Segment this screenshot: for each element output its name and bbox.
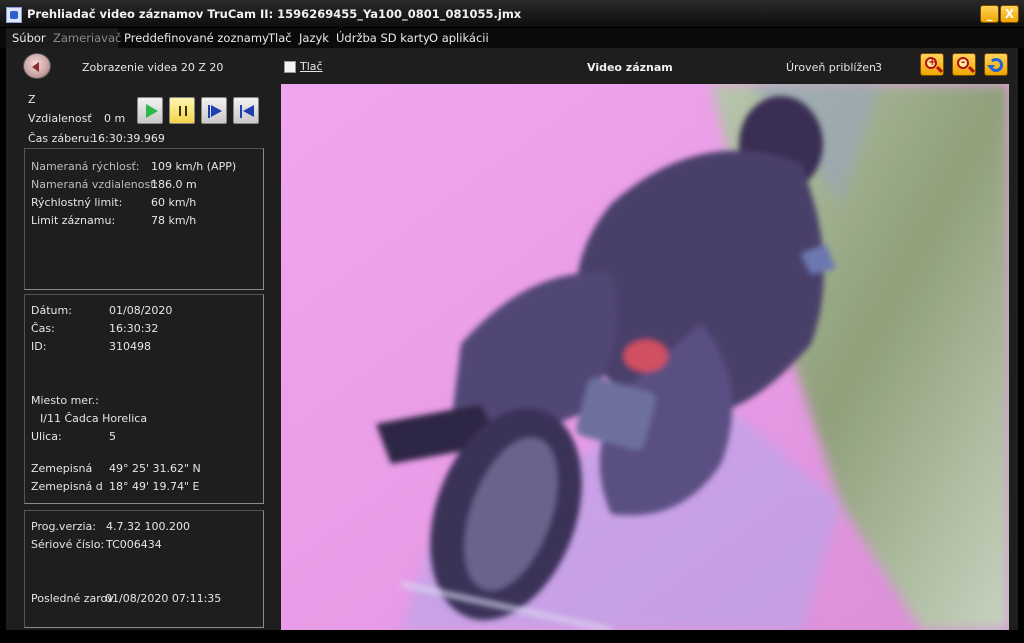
- time-value: 16:30:32: [109, 322, 159, 335]
- pause-icon: [179, 106, 187, 116]
- record-limit-label: Limit záznamu:: [31, 214, 116, 227]
- first-frame-button[interactable]: [233, 97, 259, 124]
- longitude-label: Zemepisná d: [31, 480, 103, 493]
- id-label: ID:: [31, 340, 47, 353]
- reset-zoom-button[interactable]: [984, 53, 1008, 76]
- video-title: Video záznam: [587, 61, 673, 74]
- serial-value: TC006434: [106, 538, 162, 551]
- version-value: 4.7.32 100.200: [106, 520, 190, 533]
- video-frame[interactable]: [281, 84, 1009, 630]
- menu-file[interactable]: Súbor: [12, 31, 46, 45]
- serial-label: Sériové číslo:: [31, 538, 105, 551]
- zoom-level-label: Úroveň priblížen: [786, 61, 876, 74]
- video-image: [281, 84, 1009, 630]
- street-value: 5: [109, 430, 116, 443]
- menu-sd-maintenance[interactable]: Údržba SD karty: [336, 31, 430, 45]
- zoom-out-button[interactable]: -: [952, 53, 976, 76]
- record-limit-value: 78 km/h: [151, 214, 197, 227]
- frame-indicator: Zobrazenie videa 20 Z 20: [82, 61, 224, 74]
- minimize-button[interactable]: _: [980, 5, 999, 23]
- menu-language[interactable]: Jazyk: [299, 31, 329, 45]
- measured-speed-label: Nameraná rýchlosť:: [31, 160, 140, 173]
- last-alignment-label: Posledné zarov: [31, 592, 114, 605]
- zoom-out-icon: -: [957, 57, 969, 69]
- z-label: Z: [28, 93, 36, 106]
- bottom-frame: [0, 630, 1024, 643]
- menu-bar: Súbor Zameriavač Preddefinované zoznamy …: [0, 28, 1024, 48]
- title-bar: Prehliadač video záznamov TruCam II: 159…: [0, 0, 1024, 28]
- app-icon: [6, 7, 22, 23]
- menu-print[interactable]: Tlač: [268, 31, 292, 45]
- play-icon: [146, 104, 158, 118]
- date-value: 01/08/2020: [109, 304, 173, 317]
- place-value: I/11 Čadca Horelica: [40, 412, 148, 425]
- latitude-value: 49° 25' 31.62" N: [109, 462, 201, 475]
- reset-zoom-icon: [987, 58, 1003, 72]
- next-frame-icon: [208, 105, 222, 118]
- place-label: Miesto mer.:: [31, 394, 99, 407]
- print-checkbox-label[interactable]: Tlač: [300, 60, 323, 73]
- latitude-label: Zemepisná: [31, 462, 93, 475]
- print-checkbox[interactable]: [284, 61, 296, 73]
- speed-limit-value: 60 km/h: [151, 196, 197, 209]
- distance-label: Vzdialenosť: [28, 112, 92, 125]
- zoom-level-value: 3: [875, 61, 882, 74]
- street-label: Ulica:: [31, 430, 62, 443]
- zoom-in-button[interactable]: +: [920, 53, 944, 76]
- distance-value: 0 m: [104, 112, 126, 125]
- pause-button[interactable]: [169, 97, 195, 124]
- capture-time-label: Čas záberu:: [28, 132, 94, 145]
- next-frame-button[interactable]: [201, 97, 227, 124]
- measured-distance-value: 186.0 m: [151, 178, 197, 191]
- speed-limit-label: Rýchlostný limit:: [31, 196, 123, 209]
- version-label: Prog.verzia:: [31, 520, 97, 533]
- zoom-in-icon: +: [925, 57, 937, 69]
- first-frame-icon: [240, 105, 254, 118]
- measured-speed-value: 109 km/h (APP): [151, 160, 237, 173]
- time-label: Čas:: [31, 322, 55, 335]
- back-icon[interactable]: [23, 53, 51, 79]
- window-title: Prehliadač video záznamov TruCam II: 159…: [27, 7, 522, 21]
- close-button[interactable]: X: [1000, 5, 1019, 23]
- menu-aimer[interactable]: Zameriavač: [53, 31, 121, 45]
- play-button[interactable]: [137, 97, 163, 124]
- date-label: Dátum:: [31, 304, 72, 317]
- id-value: 310498: [109, 340, 151, 353]
- measured-distance-label: Nameraná vzdialenosť:: [31, 178, 159, 191]
- last-alignment-value: 01/08/2020 07:11:35: [105, 592, 222, 605]
- menu-predefined-lists[interactable]: Preddefinované zoznamy: [124, 31, 269, 45]
- longitude-value: 18° 49' 19.74" E: [109, 480, 200, 493]
- capture-time-value: 16:30:39.969: [91, 132, 165, 145]
- menu-about[interactable]: O aplikácii: [429, 31, 489, 45]
